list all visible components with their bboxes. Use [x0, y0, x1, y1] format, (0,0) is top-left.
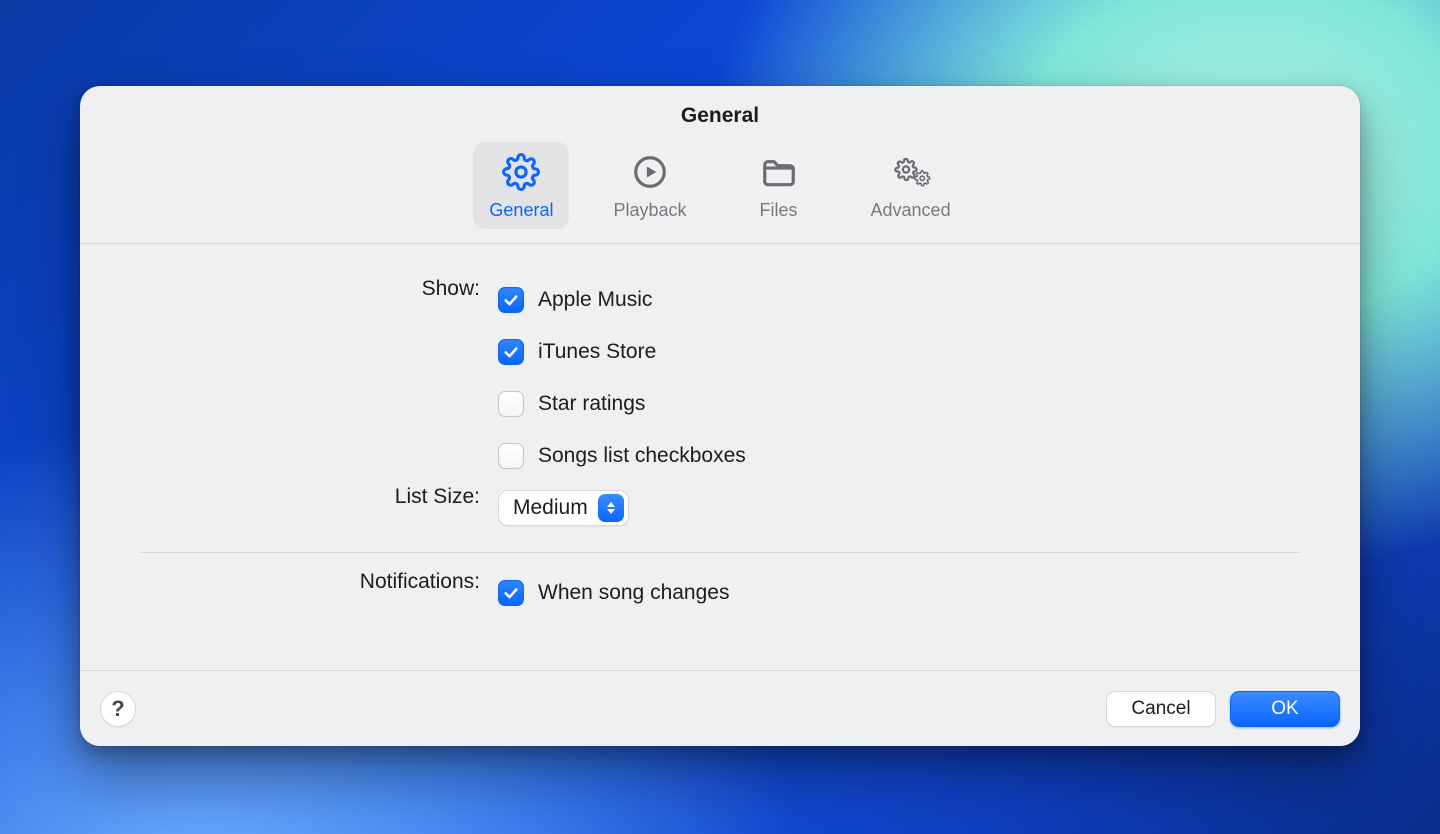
preferences-toolbar: General Playback Files: [80, 128, 1360, 244]
tab-label: Files: [760, 200, 798, 221]
checkbox-songs-list-checkboxes[interactable]: [498, 443, 524, 469]
preferences-content: Show: Apple Music iTunes Store: [80, 244, 1360, 670]
checkbox-label: Star ratings: [538, 392, 645, 416]
preferences-window: General General Playback: [80, 86, 1360, 746]
tab-label: Playback: [613, 200, 686, 221]
tab-label: Advanced: [871, 200, 951, 221]
gear-icon: [501, 152, 541, 192]
footer: ? Cancel OK: [80, 670, 1360, 746]
checkbox-label: Songs list checkboxes: [538, 444, 746, 468]
tab-general[interactable]: General: [473, 142, 569, 229]
checkbox-apple-music[interactable]: [498, 287, 524, 313]
ok-button[interactable]: OK: [1230, 691, 1340, 727]
play-circle-icon: [630, 152, 670, 192]
select-value: Medium: [513, 496, 588, 520]
select-list-size[interactable]: Medium: [498, 490, 629, 526]
checkbox-label: When song changes: [538, 581, 729, 605]
gears-icon: [891, 152, 931, 192]
checkbox-star-ratings[interactable]: [498, 391, 524, 417]
label-notifications: Notifications:: [120, 567, 480, 594]
row-show-star-ratings: Star ratings: [80, 378, 1360, 430]
checkbox-label: Apple Music: [538, 288, 652, 312]
titlebar: General: [80, 86, 1360, 128]
label-list-size: List Size:: [120, 482, 480, 509]
label-show: Show:: [120, 274, 480, 301]
tab-playback[interactable]: Playback: [597, 142, 702, 229]
tab-advanced[interactable]: Advanced: [855, 142, 967, 229]
help-button[interactable]: ?: [100, 691, 136, 727]
row-show-songs-list-checkboxes: Songs list checkboxes: [80, 430, 1360, 482]
tab-label: General: [489, 200, 553, 221]
row-list-size: List Size: Medium: [80, 482, 1360, 534]
folder-icon: [759, 152, 799, 192]
row-notifications: Notifications: When song changes: [80, 567, 1360, 619]
row-show-apple-music: Show: Apple Music: [80, 274, 1360, 326]
row-show-itunes-store: iTunes Store: [80, 326, 1360, 378]
checkbox-label: iTunes Store: [538, 340, 656, 364]
cancel-button[interactable]: Cancel: [1106, 691, 1216, 727]
checkbox-when-song-changes[interactable]: [498, 580, 524, 606]
section-divider: [140, 552, 1300, 553]
tab-files[interactable]: Files: [731, 142, 827, 229]
checkbox-itunes-store[interactable]: [498, 339, 524, 365]
window-title: General: [681, 90, 759, 128]
button-label: Cancel: [1131, 698, 1190, 720]
button-label: OK: [1271, 698, 1298, 720]
help-icon: ?: [111, 696, 124, 722]
chevron-up-down-icon: [598, 494, 624, 522]
